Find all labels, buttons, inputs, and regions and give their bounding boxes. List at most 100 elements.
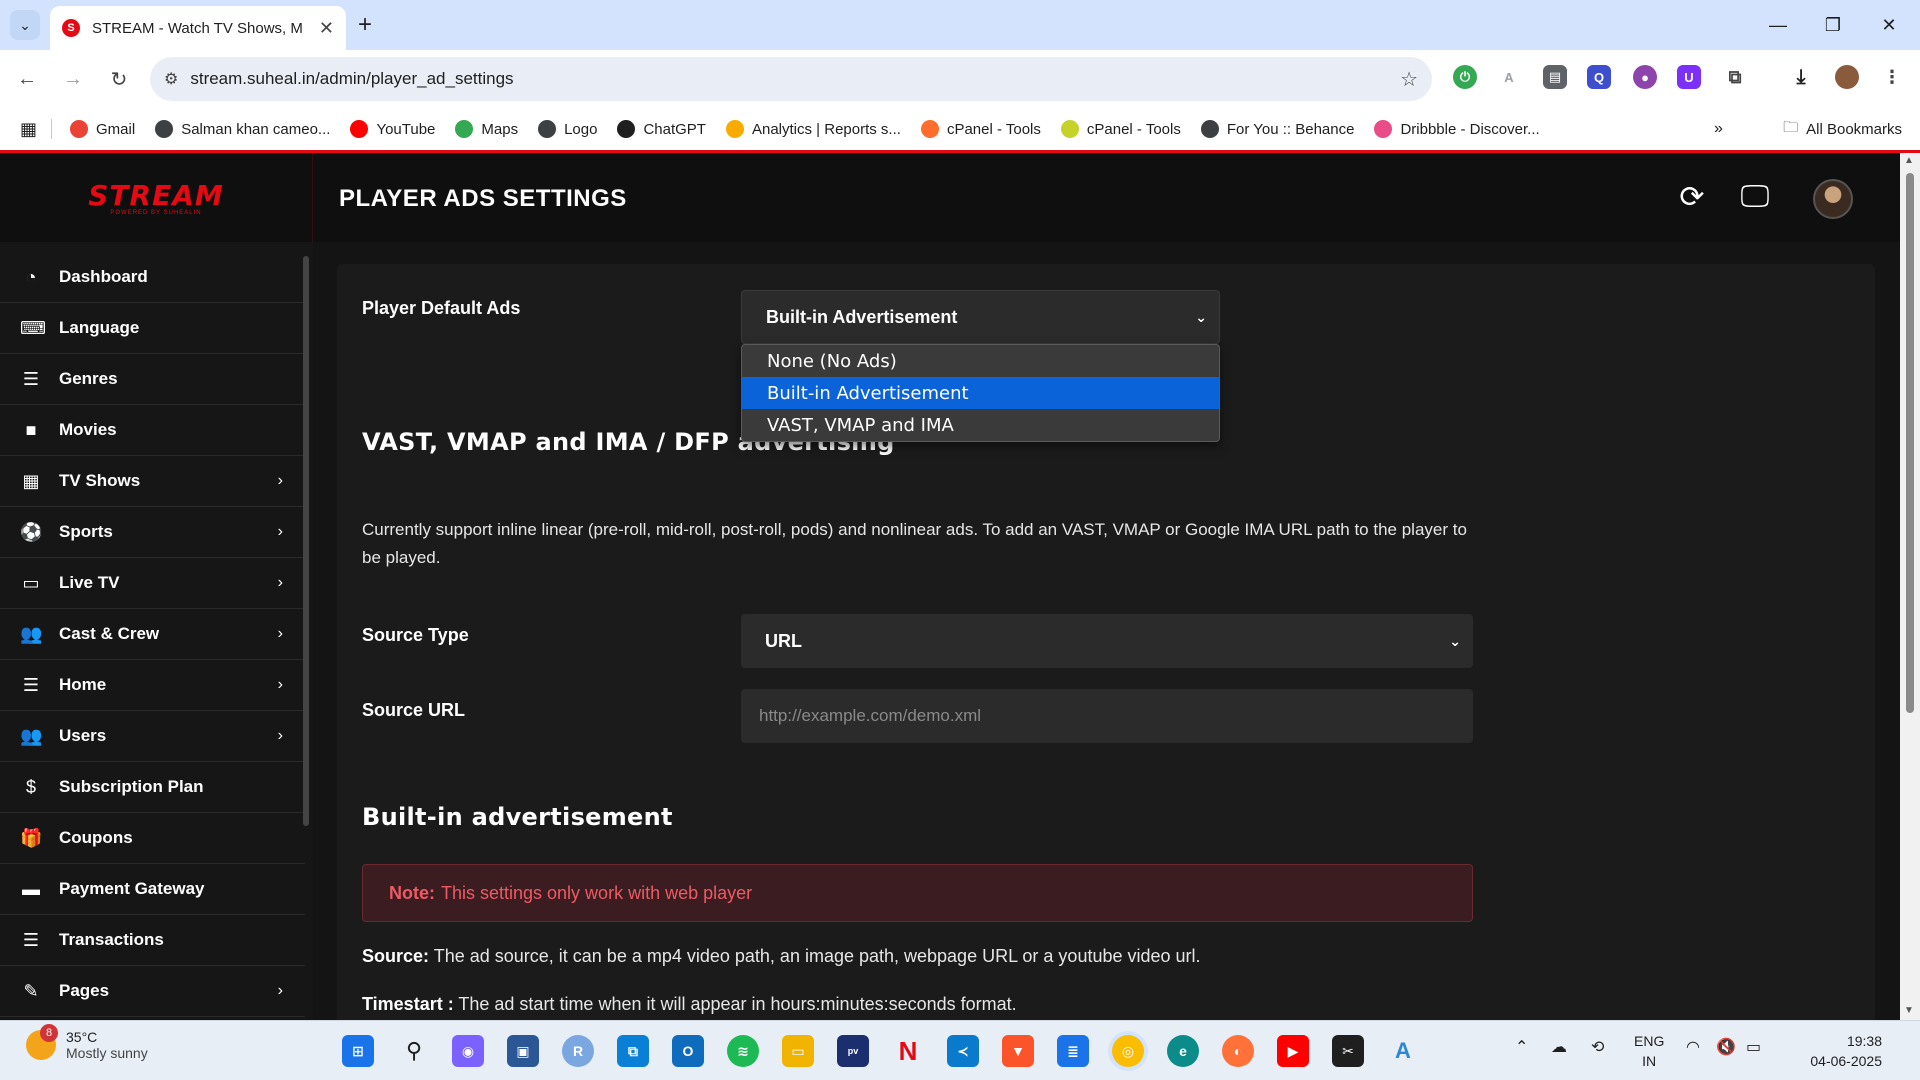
admin-avatar[interactable] — [1813, 179, 1853, 219]
stream-favicon-icon: S — [62, 19, 80, 37]
capcut-icon[interactable]: ✂ — [1332, 1035, 1364, 1067]
all-bookmarks-button[interactable]: 🗀 All Bookmarks — [1783, 108, 1902, 150]
sidebar-item-pages[interactable]: ✎ Pages › — [0, 966, 305, 1017]
chrome-icon[interactable]: ◎ — [1112, 1035, 1144, 1067]
scrollbar-thumb[interactable] — [1906, 173, 1914, 713]
sidebar-item-language[interactable]: ⌨ Language — [0, 303, 305, 354]
chatgpt-icon — [617, 120, 636, 138]
spotify-icon[interactable]: ≋ — [727, 1035, 759, 1067]
bookmark-item[interactable]: YouTube — [350, 120, 435, 138]
sidebar-item-coupons[interactable]: 🎁 Coupons — [0, 813, 305, 864]
option-vast[interactable]: VAST, VMAP and IMA — [742, 409, 1219, 441]
outlook-icon[interactable]: O — [672, 1035, 704, 1067]
bookmark-star-icon[interactable]: ☆ — [1400, 67, 1418, 92]
copilot-icon[interactable]: ◉ — [452, 1035, 484, 1067]
note-text: This settings only work with web player — [441, 882, 753, 903]
system-clock[interactable]: 19:38 04-06-2025 — [1786, 1031, 1882, 1071]
profile-avatar-icon[interactable] — [1835, 65, 1859, 89]
refresh-icon[interactable]: ⟳ — [1672, 179, 1712, 215]
bookmark-item[interactable]: Dribbble - Discover... — [1374, 120, 1540, 138]
app-store-icon[interactable]: A — [1387, 1035, 1419, 1067]
restore-icon[interactable]: ❐ — [1818, 12, 1848, 38]
sidebar-item-live-tv[interactable]: ▭ Live TV › — [0, 558, 305, 609]
prime-video-icon[interactable]: pv — [837, 1035, 869, 1067]
extension-gray-icon[interactable]: ▤ — [1543, 65, 1567, 89]
weather-widget[interactable]: 8 35°C Mostly sunny — [26, 1024, 148, 1061]
more-bookmarks-icon[interactable]: » — [1714, 120, 1723, 138]
firefox-icon[interactable]: ◐ — [1222, 1035, 1254, 1067]
close-window-icon[interactable]: ✕ — [1874, 12, 1904, 38]
sidebar-item-payment-gateway[interactable]: ▬ Payment Gateway — [0, 864, 305, 915]
option-builtin[interactable]: Built-in Advertisement — [742, 377, 1219, 409]
onedrive-icon[interactable]: ☁ — [1551, 1037, 1567, 1057]
desktop-monitor-icon[interactable]: 🖵 — [1735, 179, 1775, 215]
download-icon[interactable]: ⤓ — [1789, 65, 1813, 89]
bookmark-item[interactable]: Salman khan cameo... — [155, 120, 330, 138]
wifi-icon[interactable]: ◠ — [1686, 1037, 1700, 1057]
bookmark-item[interactable]: cPanel - Tools — [920, 120, 1041, 138]
close-tab-icon[interactable]: ✕ — [319, 18, 334, 39]
notepad-icon[interactable]: ≣ — [1057, 1035, 1089, 1067]
bookmark-item[interactable]: For You :: Behance — [1200, 120, 1354, 138]
windows-start-icon[interactable]: ⊞ — [342, 1035, 374, 1067]
apps-grid-icon[interactable]: ▦ — [20, 119, 37, 140]
back-icon[interactable]: ← — [12, 64, 42, 94]
search-icon[interactable]: ⚲ — [398, 1035, 430, 1067]
minimize-icon[interactable]: — — [1763, 12, 1793, 38]
sidebar-item-transactions[interactable]: ☰ Transactions — [0, 915, 305, 966]
sidebar-scrollbar[interactable] — [303, 256, 309, 826]
bookmark-item[interactable]: Analytics | Reports s... — [725, 120, 901, 138]
bookmark-item[interactable]: ChatGPT — [617, 120, 706, 138]
remote-desktop-icon[interactable]: ⧉ — [617, 1035, 649, 1067]
sidebar-item-sports[interactable]: ⚽ Sports › — [0, 507, 305, 558]
scroll-up-icon[interactable]: ▲ — [1904, 155, 1914, 166]
sidebar-item-dashboard[interactable]: ◔ Dashboard — [0, 252, 305, 303]
language-indicator[interactable]: ENG IN — [1634, 1031, 1664, 1071]
extension-green-icon[interactable]: ⏻ — [1453, 65, 1477, 89]
player-default-ads-select[interactable]: Built-in Advertisement ⌄ — [741, 290, 1220, 344]
sync-icon[interactable]: ⟲ — [1591, 1037, 1604, 1057]
extension-q-icon[interactable]: Q — [1587, 65, 1611, 89]
bookmark-item[interactable]: Gmail — [70, 120, 135, 138]
sidebar-item-users[interactable]: 👥 Users › — [0, 711, 305, 762]
logo[interactable]: STREAM POWERED BY SUHEALIN — [0, 153, 313, 242]
desktop-app-icon[interactable]: ▣ — [507, 1035, 539, 1067]
sidebar-item-movies[interactable]: ■ Movies — [0, 405, 305, 456]
address-bar[interactable]: ⚙ stream.suheal.in/admin/player_ad_setti… — [150, 57, 1432, 101]
battery-icon[interactable]: ▭ — [1746, 1037, 1761, 1057]
extension-u-icon[interactable]: U — [1677, 65, 1701, 89]
extension-purple-icon[interactable]: ● — [1633, 65, 1657, 89]
reload-icon[interactable]: ↻ — [104, 64, 134, 94]
bookmark-item[interactable]: Maps — [455, 120, 518, 138]
bookmark-item[interactable]: Logo — [538, 120, 597, 138]
page-scrollbar[interactable]: ▲ ▼ — [1900, 153, 1920, 1020]
sidebar-item-subscription-plan[interactable]: $ Subscription Plan — [0, 762, 305, 813]
brave-icon[interactable]: ▼ — [1002, 1035, 1034, 1067]
site-info-icon[interactable]: ⚙ — [164, 69, 178, 89]
sidebar-item-cast-crew[interactable]: 👥 Cast & Crew › — [0, 609, 305, 660]
file-explorer-icon[interactable]: ▭ — [782, 1035, 814, 1067]
scroll-down-icon[interactable]: ▼ — [1904, 1005, 1914, 1016]
extensions-puzzle-icon[interactable]: ⧉ — [1723, 65, 1747, 89]
vscode-icon[interactable]: ≺ — [947, 1035, 979, 1067]
browser-menu-icon[interactable]: ⋮ — [1880, 65, 1904, 89]
youtube-app-icon[interactable]: ▶ — [1277, 1035, 1309, 1067]
sidebar-item-genres[interactable]: ☰ Genres — [0, 354, 305, 405]
tray-overflow-icon[interactable]: ⌃ — [1515, 1037, 1528, 1057]
option-none[interactable]: None (No Ads) — [742, 345, 1219, 377]
bookmark-item[interactable]: cPanel - Tools — [1060, 120, 1181, 138]
weather-condition: Mostly sunny — [66, 1045, 148, 1061]
sidebar-item-home[interactable]: ☰ Home › — [0, 660, 305, 711]
tab-search-icon[interactable]: ⌄ — [10, 10, 40, 40]
volume-muted-icon[interactable]: 🔇 — [1716, 1037, 1736, 1057]
source-url-input[interactable]: http://example.com/demo.xml — [741, 689, 1473, 743]
r-app-icon[interactable]: R — [562, 1035, 594, 1067]
forward-icon[interactable]: → — [58, 64, 88, 94]
sidebar-item-tv-shows[interactable]: ▦ TV Shows › — [0, 456, 305, 507]
netflix-icon[interactable]: N — [892, 1035, 924, 1067]
source-type-select[interactable]: URL ⌄ — [741, 614, 1473, 668]
edge-icon[interactable]: e — [1167, 1035, 1199, 1067]
new-tab-icon[interactable]: + — [352, 11, 378, 38]
browser-tab[interactable]: S STREAM - Watch TV Shows, Mo ✕ — [50, 6, 346, 50]
extension-a-icon[interactable]: A — [1497, 65, 1521, 89]
